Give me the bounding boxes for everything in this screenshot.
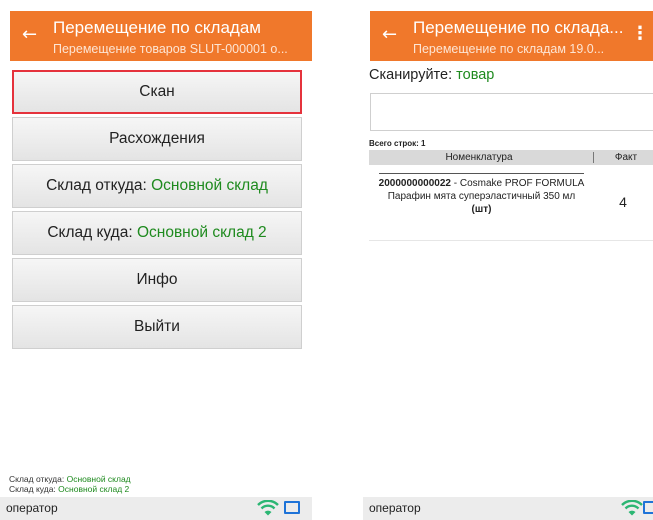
rows-count: Всего строк: 1	[369, 139, 426, 148]
scan-prompt: Сканируйте: товар	[369, 66, 494, 84]
footer-to-value: Основной склад 2	[58, 484, 130, 494]
barcode-input[interactable]	[370, 93, 653, 131]
monitor-icon	[284, 501, 300, 514]
app-bar: ← Перемещение по склада... Перемещение п…	[370, 11, 653, 61]
exit-button[interactable]: Выйти	[12, 305, 302, 349]
wifi-icon	[257, 500, 279, 516]
wifi-icon	[621, 500, 643, 516]
footer-from-value: Основной склад	[66, 474, 131, 484]
warehouse-from-button[interactable]: Склад откуда: Основной склад	[12, 164, 302, 208]
scan-button[interactable]: Скан	[12, 70, 302, 114]
table-row[interactable]: 2000000000022 - Cosmake PROF FORMULA Пар…	[369, 168, 653, 241]
right-screen: ← Перемещение по склада... Перемещение п…	[363, 0, 653, 520]
user-name: оператор	[6, 501, 58, 515]
item-description: 2000000000022 - Cosmake PROF FORMULA Пар…	[369, 177, 594, 216]
page-title: Перемещение по склада...	[413, 18, 624, 37]
footer-from-line: Склад откуда: Основной склад	[9, 474, 131, 484]
monitor-icon	[643, 501, 653, 514]
menu-button-list: Скан Расхождения Склад откуда: Основной …	[12, 70, 302, 352]
scan-prompt-value: товар	[456, 67, 495, 83]
status-bar: оператор	[0, 497, 312, 520]
footer-to-line: Склад куда: Основной склад 2	[9, 484, 131, 494]
footer-from-label: Склад откуда:	[9, 474, 67, 484]
discrepancies-button[interactable]: Расхождения	[12, 117, 302, 161]
warehouse-to-value: Основной склад 2	[136, 224, 267, 241]
app-bar: ← Перемещение по складам Перемещение тов…	[10, 11, 312, 61]
user-name: оператор	[369, 501, 421, 515]
arrow-left-icon[interactable]: ←	[22, 25, 37, 45]
discrepancies-button-label: Расхождения	[109, 130, 205, 147]
left-screen: ← Перемещение по складам Перемещение тов…	[0, 0, 312, 520]
info-button[interactable]: Инфо	[12, 258, 302, 302]
more-vert-icon[interactable]: ⋮	[631, 24, 649, 44]
item-unit: (шт)	[471, 204, 492, 215]
column-header-nomenclature[interactable]: Номенклатура	[369, 150, 589, 165]
table-header: Номенклатура Факт	[369, 150, 653, 165]
row-divider	[379, 173, 584, 174]
scan-button-label: Скан	[139, 83, 175, 100]
footer-to-label: Склад куда:	[9, 484, 59, 494]
item-fact-quantity: 4	[619, 194, 627, 210]
arrow-left-icon[interactable]: ←	[382, 25, 397, 45]
page-subtitle: Перемещение товаров SLUT-000001 о...	[53, 42, 288, 56]
status-bar: оператор	[363, 497, 653, 520]
warehouse-from-label: Склад откуда:	[46, 177, 152, 194]
column-divider	[593, 152, 594, 163]
warehouse-to-label: Склад куда:	[47, 224, 137, 241]
column-header-fact[interactable]: Факт	[601, 150, 651, 165]
scan-prompt-label: Сканируйте:	[369, 67, 457, 83]
footer-warehouse-info: Склад откуда: Основной склад Склад куда:…	[9, 474, 131, 494]
page-title: Перемещение по складам	[53, 18, 261, 37]
exit-button-label: Выйти	[134, 318, 180, 335]
warehouse-to-button[interactable]: Склад куда: Основной склад 2	[12, 211, 302, 255]
info-button-label: Инфо	[136, 271, 178, 288]
page-subtitle: Перемещение по складам 19.0...	[413, 42, 605, 56]
warehouse-from-value: Основной склад	[151, 177, 268, 194]
item-barcode: 2000000000022	[378, 178, 451, 189]
